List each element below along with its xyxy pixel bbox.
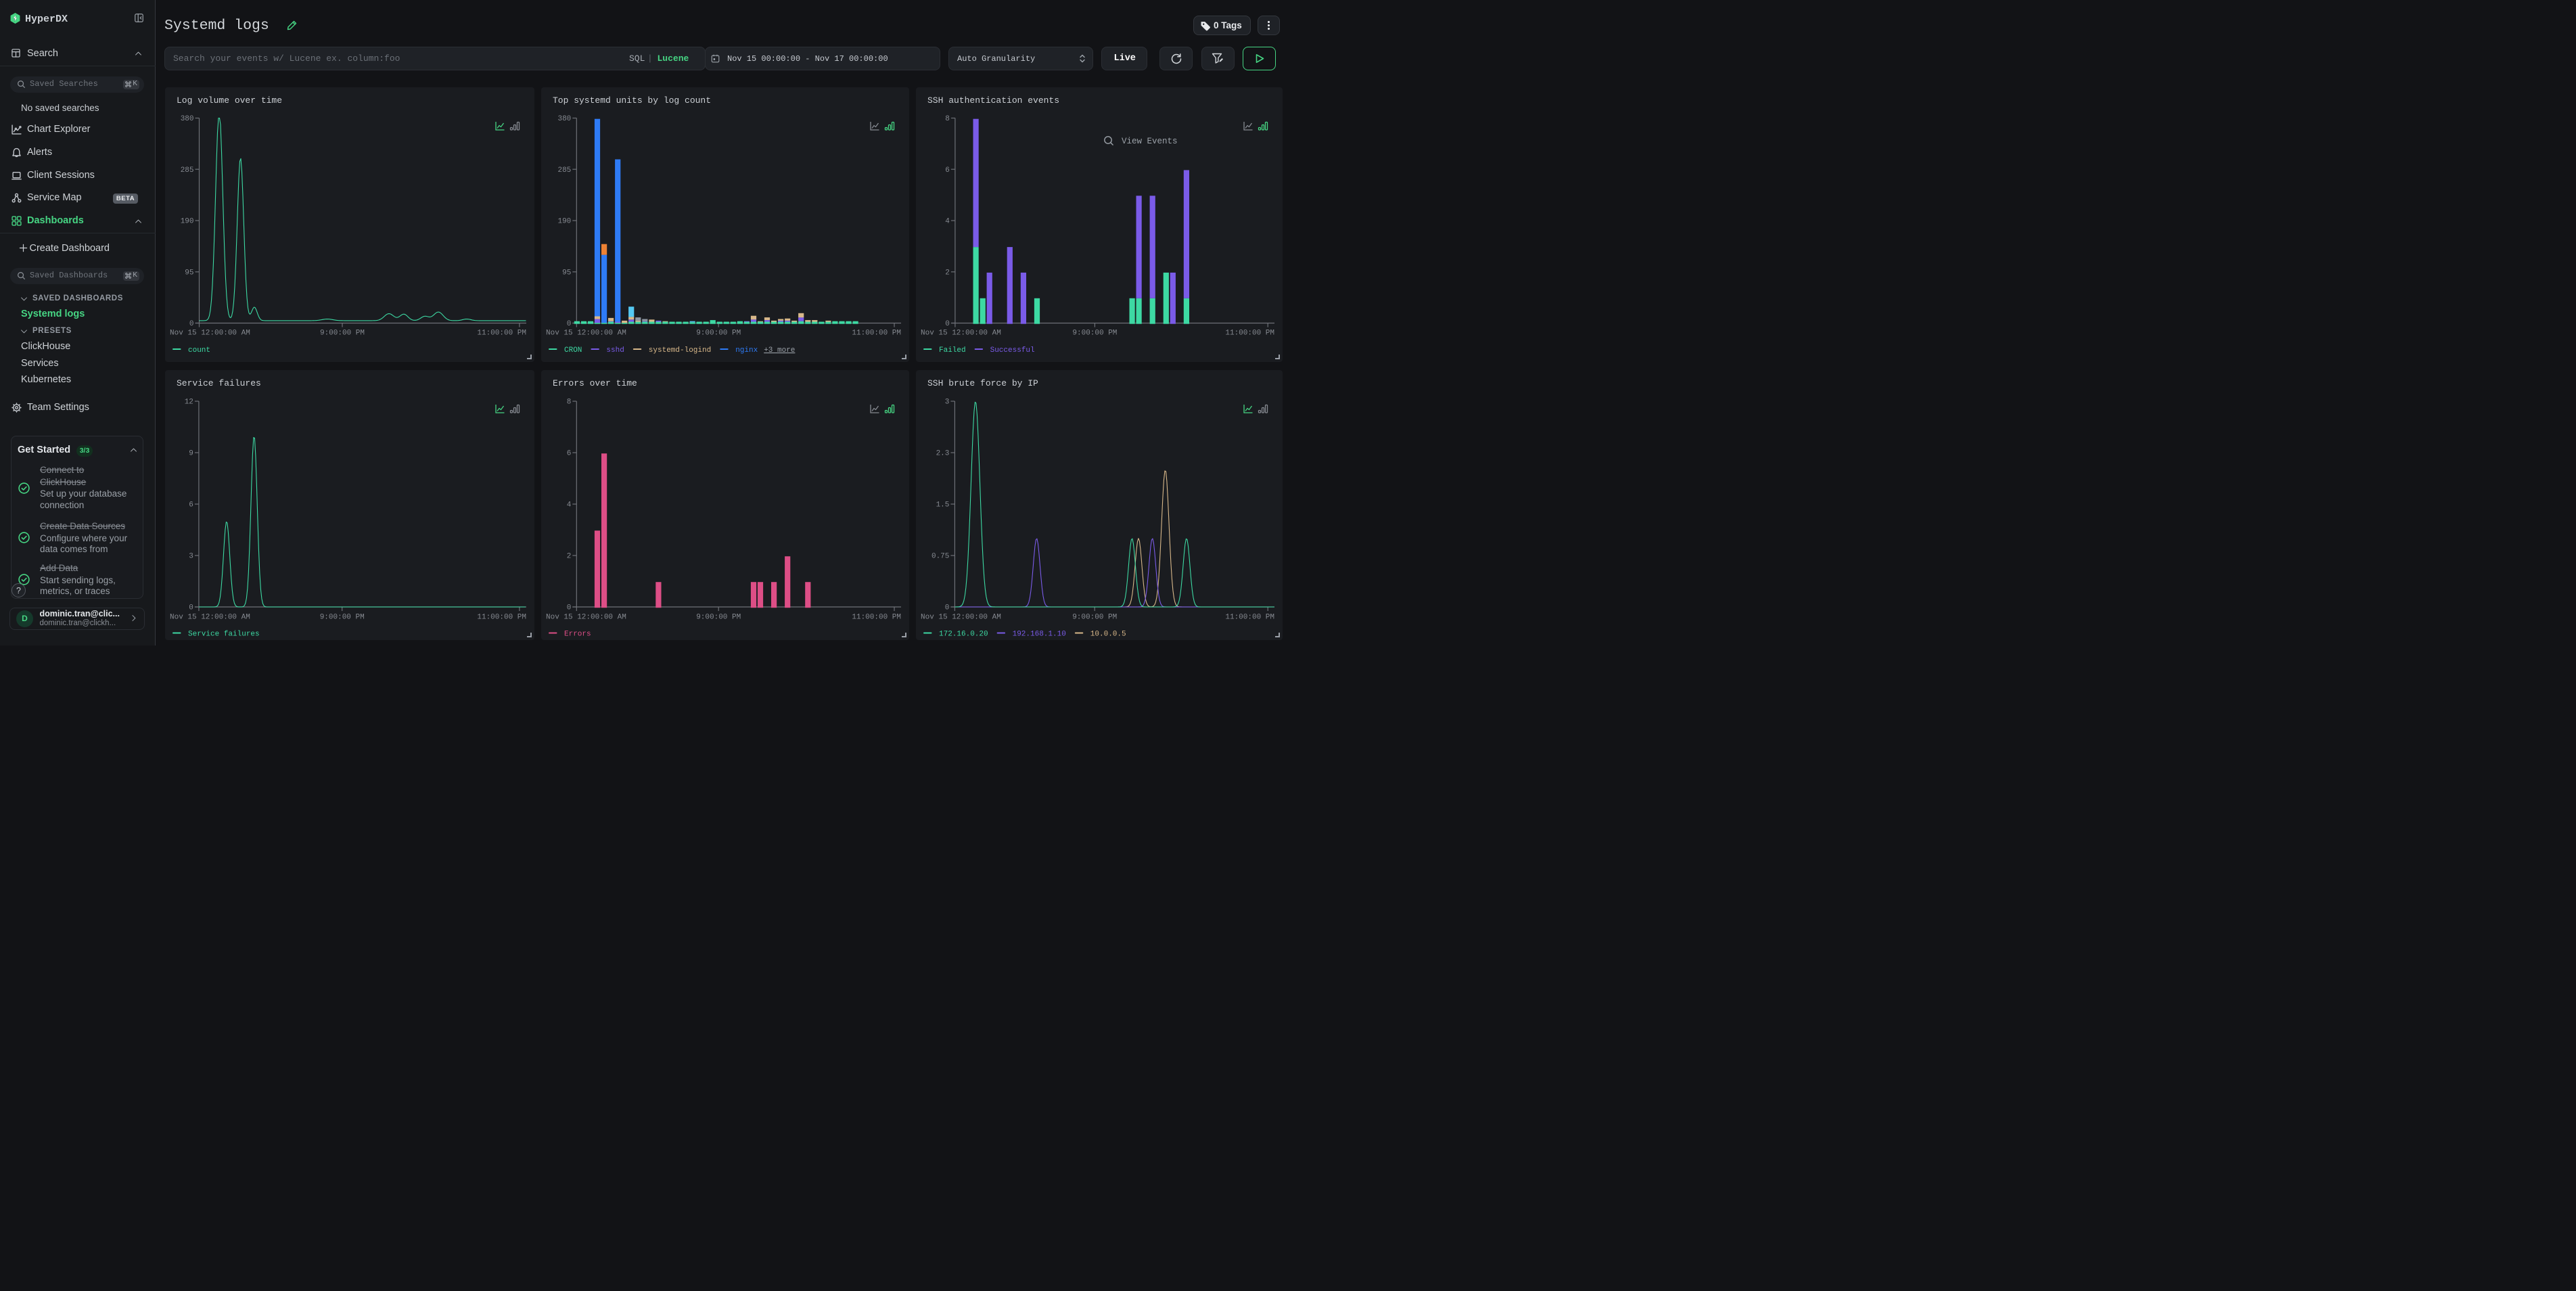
svg-text:+3 more: +3 more [764,346,795,355]
svg-text:Nov 15 12:00:00 AM: Nov 15 12:00:00 AM [170,330,250,338]
svg-text:Nov 15 12:00:00 AM: Nov 15 12:00:00 AM [921,614,1001,622]
svg-text:380: 380 [557,115,571,123]
svg-text:0: 0 [189,604,193,612]
svg-text:95: 95 [562,269,571,277]
svg-text:172.16.0.20: 172.16.0.20 [939,631,988,639]
svg-text:View Events: View Events [1122,137,1178,146]
svg-text:285: 285 [181,166,194,175]
svg-text:count: count [188,346,210,355]
svg-text:1.5: 1.5 [936,501,950,509]
svg-text:11:00:00 PM: 11:00:00 PM [1225,330,1274,338]
svg-text:8: 8 [945,115,950,123]
svg-text:0: 0 [945,320,950,328]
svg-text:190: 190 [181,218,194,226]
svg-text:3: 3 [945,399,950,407]
svg-text:9:00:00 PM: 9:00:00 PM [696,330,741,338]
svg-text:6: 6 [945,166,950,175]
svg-text:9:00:00 PM: 9:00:00 PM [320,614,365,622]
svg-text:192.168.1.10: 192.168.1.10 [1013,631,1066,639]
svg-text:2: 2 [945,269,950,277]
svg-text:11:00:00 PM: 11:00:00 PM [477,330,526,338]
svg-text:sshd: sshd [606,346,624,355]
svg-text:Successful: Successful [990,346,1035,355]
svg-text:9:00:00 PM: 9:00:00 PM [696,614,741,622]
svg-text:2.3: 2.3 [936,450,950,458]
svg-text:285: 285 [557,166,571,175]
svg-text:95: 95 [185,269,193,277]
svg-text:Errors: Errors [564,631,591,639]
svg-text:9: 9 [189,450,193,458]
svg-text:11:00:00 PM: 11:00:00 PM [477,614,526,622]
svg-text:380: 380 [181,115,194,123]
svg-text:11:00:00 PM: 11:00:00 PM [1225,614,1274,622]
svg-text:2: 2 [567,553,572,561]
svg-text:nginx: nginx [735,346,758,355]
svg-text:9:00:00 PM: 9:00:00 PM [320,330,365,338]
svg-text:0: 0 [567,320,572,328]
svg-text:CRON: CRON [564,346,582,355]
svg-text:9:00:00 PM: 9:00:00 PM [1072,330,1117,338]
svg-text:4: 4 [567,501,572,509]
svg-text:Failed: Failed [939,346,966,355]
svg-text:0: 0 [945,604,950,612]
svg-text:8: 8 [567,399,572,407]
svg-text:Nov 15 12:00:00 AM: Nov 15 12:00:00 AM [170,614,250,622]
svg-text:6: 6 [189,501,193,509]
svg-text:3: 3 [189,553,193,561]
svg-text:6: 6 [567,450,572,458]
svg-text:0: 0 [189,320,194,328]
svg-text:Nov 15 12:00:00 AM: Nov 15 12:00:00 AM [546,614,626,622]
svg-text:Service failures: Service failures [188,631,260,639]
svg-text:11:00:00 PM: 11:00:00 PM [852,330,901,338]
svg-text:190: 190 [557,218,571,226]
svg-text:9:00:00 PM: 9:00:00 PM [1072,614,1117,622]
svg-text:Nov 15 12:00:00 AM: Nov 15 12:00:00 AM [546,330,626,338]
svg-text:10.0.0.5: 10.0.0.5 [1090,631,1126,639]
svg-text:0: 0 [567,604,572,612]
svg-text:12: 12 [185,399,193,407]
svg-text:4: 4 [945,218,950,226]
svg-text:systemd-logind: systemd-logind [649,346,711,355]
svg-text:0.75: 0.75 [932,553,949,561]
svg-text:11:00:00 PM: 11:00:00 PM [852,614,901,622]
svg-text:Nov 15 12:00:00 AM: Nov 15 12:00:00 AM [921,330,1001,338]
